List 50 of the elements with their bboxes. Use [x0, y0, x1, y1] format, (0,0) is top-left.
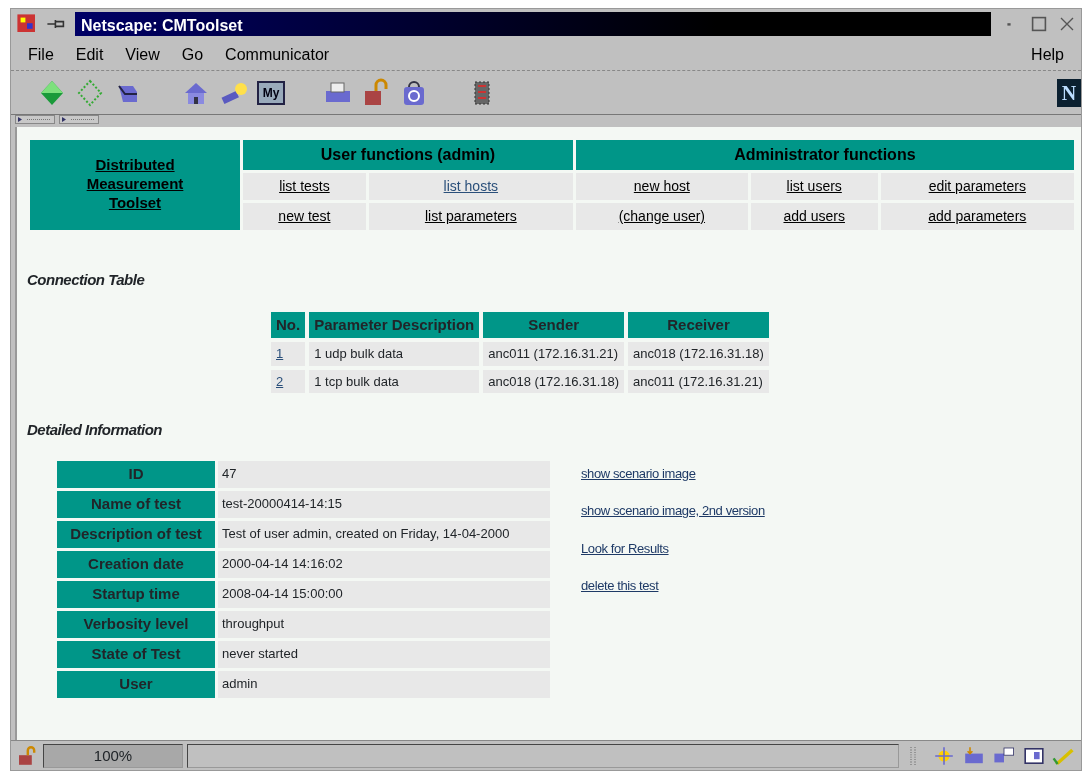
menu-item[interactable]: Communicator	[214, 42, 341, 67]
table-cell: anc011 (172.16.31.21)	[483, 342, 625, 366]
menu-item[interactable]: File	[17, 42, 65, 67]
table-cell: anc018 (172.16.31.18)	[628, 342, 769, 366]
action-link[interactable]: delete this test	[581, 576, 659, 596]
menu-item[interactable]: Go	[170, 42, 215, 67]
brand-logo[interactable]: N	[1057, 79, 1081, 107]
zoom-level: 100%	[43, 743, 183, 768]
menu-item[interactable]: Edit	[64, 42, 115, 67]
toolbar-grip-icon[interactable]	[59, 115, 99, 124]
section-heading: Connection Table	[27, 270, 146, 290]
field-label: Description of test	[70, 524, 202, 542]
action-link[interactable]: show scenario image, 2nd version	[581, 501, 765, 521]
action-link[interactable]: Look for Results	[581, 538, 669, 558]
field-value: 2000-04-14 14:16:02	[218, 550, 550, 578]
field-value: throughput	[218, 610, 550, 638]
field-label: Name of test	[91, 494, 181, 512]
field-value: 2008-04-14 15:00:00	[218, 580, 550, 608]
row-link[interactable]: 1	[276, 346, 284, 361]
column-header: No.	[276, 315, 301, 333]
toolbar-grip-icon[interactable]	[15, 115, 55, 124]
my-netscape-icon[interactable]: My	[257, 80, 285, 105]
field-value: admin	[218, 670, 550, 698]
field-value: test-20000414-14:15	[218, 490, 550, 518]
table-cell: anc018 (172.16.31.18)	[483, 369, 625, 393]
field-value: never started	[218, 640, 550, 668]
field-label: State of Test	[91, 644, 181, 662]
field-label: Creation date	[88, 554, 184, 572]
menu-item[interactable]: Help	[1020, 42, 1075, 67]
column-header: Sender	[528, 315, 580, 333]
nav-link[interactable]: new host	[633, 178, 690, 194]
window-title: Netscape: CMToolset	[75, 12, 991, 36]
column-header: Parameter Description	[314, 315, 475, 333]
table-cell: anc011 (172.16.31.21)	[628, 369, 769, 393]
action-link[interactable]: show scenario image	[581, 463, 696, 483]
field-value: 47	[218, 460, 550, 488]
field-label: Verbosity level	[83, 614, 189, 632]
section-heading: User functions (admin)	[320, 146, 495, 163]
field-value: Test of user admin, created on Friday, 14-04-2000	[218, 520, 550, 548]
menu-item[interactable]: View	[114, 42, 171, 67]
table-cell: 1 udp bulk data	[309, 342, 480, 366]
field-label: ID	[128, 464, 144, 482]
field-label: User	[119, 674, 153, 692]
nav-link[interactable]: list hosts	[443, 178, 499, 194]
field-label: Startup time	[92, 584, 180, 602]
section-heading: Detailed Information	[27, 420, 163, 440]
column-header: Receiver	[667, 315, 730, 333]
table-cell: 1 tcp bulk data	[309, 369, 480, 393]
section-heading: Administrator functions	[734, 146, 916, 163]
row-link[interactable]: 2	[276, 373, 284, 389]
